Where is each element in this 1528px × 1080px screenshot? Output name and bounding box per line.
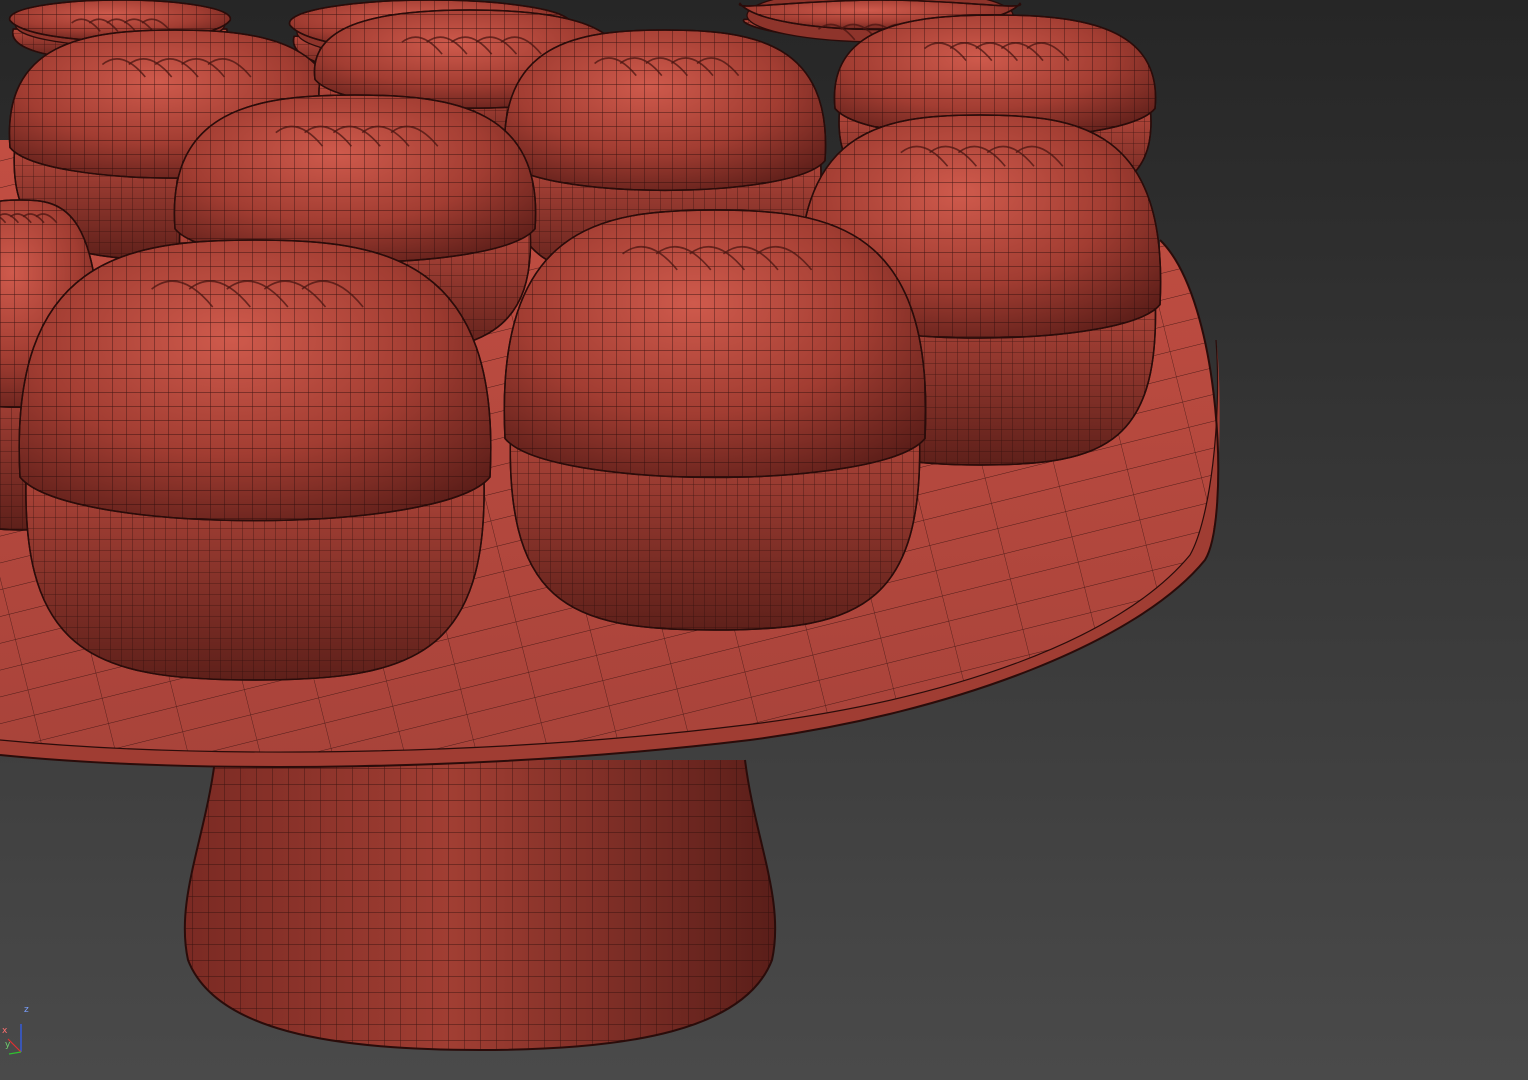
3d-viewport[interactable]: z x y	[0, 0, 1528, 1080]
macaron-12[interactable]	[503, 209, 927, 631]
macaron-top-wire	[173, 94, 537, 263]
viewport-scene[interactable]	[0, 0, 1528, 1080]
macaron-top-wire	[503, 29, 827, 191]
axis-gizmo: z x y	[2, 1006, 30, 1058]
axis-x-label: x	[2, 1026, 8, 1036]
axis-z-label: z	[24, 1005, 29, 1015]
axis-y-label: y	[5, 1040, 11, 1050]
macaron-top-wire	[503, 209, 927, 479]
macaron-11[interactable]	[18, 239, 492, 681]
cake-stand-pedestal	[183, 759, 777, 1052]
